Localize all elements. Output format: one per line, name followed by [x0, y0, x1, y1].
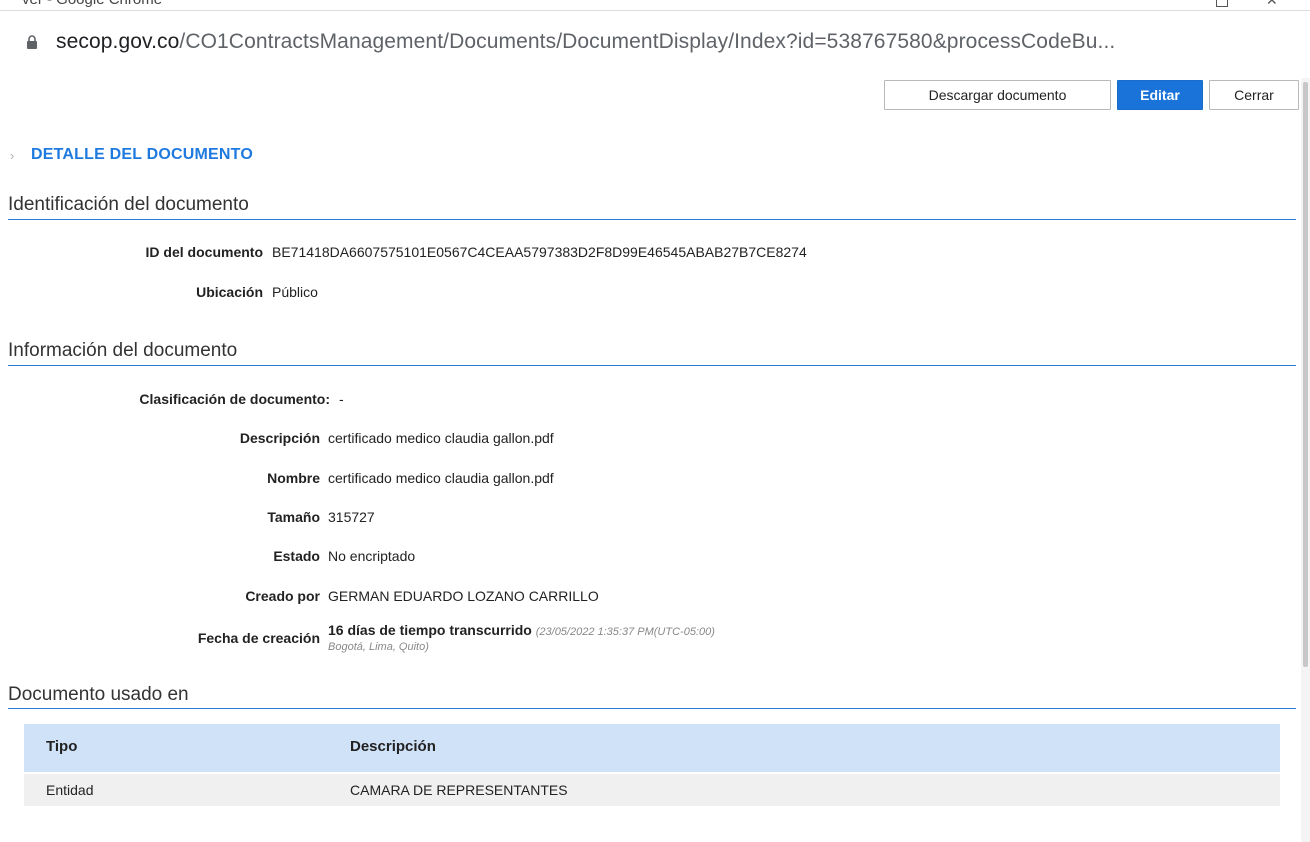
url-path: /CO1ContractsManagement/Documents/Docume… [179, 30, 1116, 53]
address-bar[interactable]: secop.gov.co/CO1ContractsManagement/Docu… [0, 26, 1310, 62]
window-titlebar: ver - Google Chrome ✕ [0, 0, 1310, 12]
column-header-type[interactable]: Tipo [46, 738, 77, 755]
field-label-location: Ubicación [196, 284, 263, 300]
table-cell-type: Entidad [46, 782, 94, 798]
table-cell-description: CAMARA DE REPRESENTANTES [350, 782, 568, 798]
chevron-right-icon: › [10, 148, 15, 163]
created-date-timestamp: (23/05/2022 1:35:37 PM(UTC-05:00) [535, 626, 715, 638]
field-label-size: Tamaño [267, 509, 320, 525]
edit-button[interactable]: Editar [1117, 80, 1203, 110]
field-value-classification: - [339, 391, 344, 407]
field-value-name: certificado medico claudia gallon.pdf [328, 470, 554, 486]
field-label-created-date: Fecha de creación [197, 630, 320, 646]
close-icon[interactable]: ✕ [1266, 0, 1278, 9]
field-label-created-by: Creado por [245, 588, 320, 604]
lock-icon[interactable] [26, 35, 38, 49]
field-label-status: Estado [273, 548, 320, 564]
table-header: Tipo Descripción [24, 724, 1280, 772]
column-header-description[interactable]: Descripción [350, 738, 436, 755]
restore-icon[interactable] [1216, 0, 1228, 7]
field-value-location: Público [272, 284, 318, 300]
created-date-elapsed: 16 días de tiempo transcurrido [328, 622, 532, 638]
information-title: Información del documento [8, 340, 238, 361]
url-domain: secop.gov.co [56, 30, 180, 53]
usage-divider [8, 708, 1296, 709]
field-value-created-by: GERMAN EDUARDO LOZANO CARRILLO [328, 588, 599, 604]
usage-title: Documento usado en [8, 684, 189, 705]
identification-divider [8, 219, 1296, 220]
table-row[interactable]: Entidad CAMARA DE REPRESENTANTES [24, 774, 1280, 806]
scrollbar-thumb[interactable] [1303, 82, 1308, 667]
url-text[interactable]: secop.gov.co/CO1ContractsManagement/Docu… [56, 30, 1115, 54]
field-value-document-id: BE71418DA6607575101E0567C4CEAA5797383D2F… [272, 244, 807, 260]
field-label-classification: Clasificación de documento: [139, 391, 330, 407]
identification-title: Identificación del documento [8, 194, 249, 215]
field-value-description: certificado medico claudia gallon.pdf [328, 430, 554, 446]
window-title: ver - Google Chrome [22, 0, 162, 8]
section-title: DETALLE DEL DOCUMENTO [31, 146, 253, 163]
field-label-document-id: ID del documento [145, 244, 263, 260]
field-label-name: Nombre [267, 470, 320, 486]
titlebar-divider [0, 10, 1310, 11]
information-divider [8, 365, 1296, 366]
field-label-description: Descripción [239, 430, 320, 446]
download-document-button[interactable]: Descargar documento [884, 80, 1111, 110]
field-value-created-date: 16 días de tiempo transcurrido (23/05/20… [328, 622, 715, 638]
field-value-size: 315727 [328, 509, 375, 525]
field-value-status: No encriptado [328, 548, 416, 564]
close-button[interactable]: Cerrar [1209, 80, 1299, 110]
created-date-timezone: Bogotá, Lima, Quito) [328, 641, 429, 653]
